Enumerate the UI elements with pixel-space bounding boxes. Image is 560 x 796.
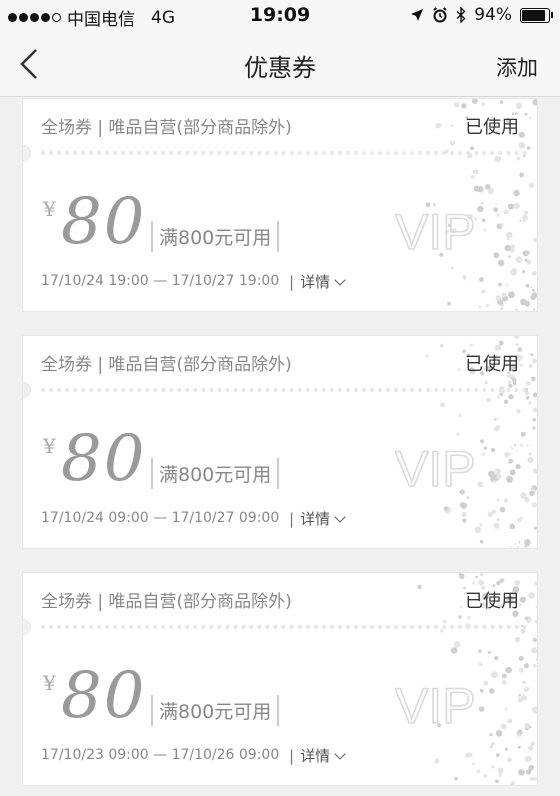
coupon-scope: 全场券 | 唯品自营(部分商品除外) — [41, 118, 292, 138]
currency-symbol: ¥ — [43, 434, 56, 458]
coupon-validity: 17/10/24 19:00 — 17/10/27 19:00 — [41, 273, 280, 289]
detail-label: 详情 — [300, 747, 331, 765]
coupon-condition: 满800元可用 — [151, 458, 280, 489]
vip-logo: VIP — [395, 440, 476, 496]
coupon-status: 已使用 — [465, 591, 519, 612]
coupon-card[interactable]: 全场券 | 唯品自营(部分商品除外) 已使用 ¥ 80 满800元可用 VIP … — [22, 98, 538, 312]
perforation-divider — [41, 625, 527, 629]
svg-text:VIP: VIP — [395, 204, 476, 259]
currency-symbol: ¥ — [43, 671, 56, 695]
coupon-scope: 全场券 | 唯品自营(部分商品除外) — [41, 355, 292, 375]
coupon-status: 已使用 — [465, 354, 519, 375]
currency-symbol: ¥ — [43, 197, 56, 221]
detail-toggle[interactable]: | 详情 — [283, 508, 346, 529]
detail-label: 详情 — [300, 510, 331, 528]
perforation-divider — [41, 151, 527, 155]
coupon-card[interactable]: 全场券 | 唯品自营(部分商品除外) 已使用 ¥ 80 满800元可用 VIP … — [22, 335, 538, 549]
coupon-validity: 17/10/23 09:00 — 17/10/26 09:00 — [41, 747, 280, 763]
status-right: 94% — [410, 5, 553, 25]
coupon-condition: 满800元可用 — [151, 221, 280, 252]
ticket-notch — [23, 145, 31, 161]
battery-icon — [520, 7, 553, 23]
coupon-amount: 80 — [61, 422, 147, 496]
svg-text:VIP: VIP — [395, 678, 476, 733]
perforation-divider — [41, 388, 527, 392]
coupon-condition: 满800元可用 — [151, 695, 280, 726]
page-title: 优惠券 — [244, 54, 316, 82]
battery-percent: 94% — [474, 5, 512, 25]
vip-logo: VIP — [395, 677, 476, 733]
detail-label: 详情 — [300, 273, 331, 291]
chevron-down-icon — [334, 748, 346, 760]
bluetooth-icon — [456, 7, 466, 23]
chevron-down-icon — [334, 511, 346, 523]
ticket-notch — [23, 382, 31, 398]
coupon-scope: 全场券 | 唯品自营(部分商品除外) — [41, 592, 292, 612]
coupon-amount: 80 — [61, 659, 147, 733]
navigation-bar: 优惠券 添加 — [0, 32, 560, 97]
detail-toggle[interactable]: | 详情 — [283, 745, 346, 766]
location-arrow-icon — [411, 9, 424, 21]
detail-toggle[interactable]: | 详情 — [283, 271, 346, 292]
coupon-amount: 80 — [61, 185, 147, 259]
chevron-down-icon — [334, 274, 346, 286]
ticket-notch — [23, 619, 31, 635]
status-bar: 中国电信 4G 19:09 94% — [0, 0, 560, 32]
add-button[interactable]: 添加 — [496, 52, 538, 82]
alarm-icon — [433, 7, 447, 23]
coupon-card[interactable]: 全场券 | 唯品自营(部分商品除外) 已使用 ¥ 80 满800元可用 VIP … — [22, 572, 538, 786]
vip-logo: VIP — [395, 203, 476, 259]
svg-text:VIP: VIP — [395, 441, 476, 496]
coupon-validity: 17/10/24 09:00 — 17/10/27 09:00 — [41, 510, 280, 526]
coupon-status: 已使用 — [465, 117, 519, 138]
